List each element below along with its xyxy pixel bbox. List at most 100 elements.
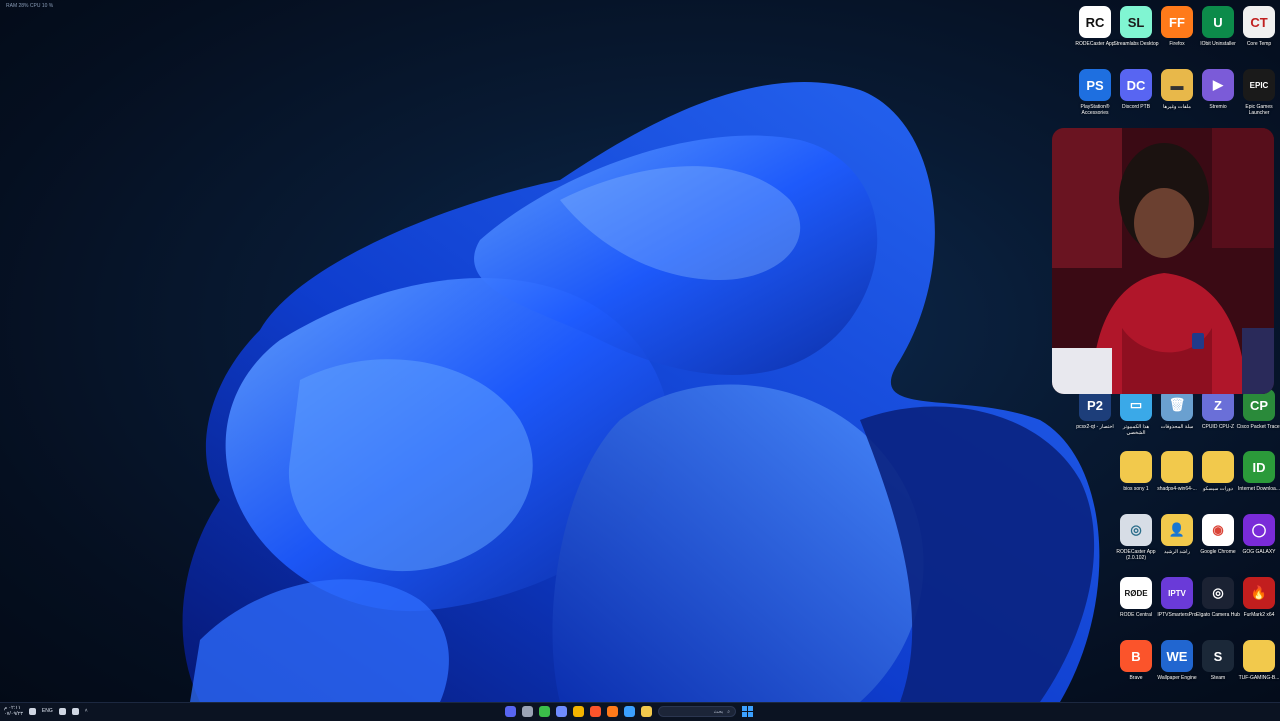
app-icon: ▬ xyxy=(1161,69,1193,101)
desktop-icon[interactable]: Z CPUID CPU-Z xyxy=(1198,389,1238,430)
desktop-icon-label: IObit Uninstaller xyxy=(1200,41,1236,47)
person-silhouette xyxy=(1052,128,1274,394)
desktop-icon[interactable]: ◯ GOG GALAXY xyxy=(1239,514,1279,555)
desktop-icon[interactable]: 🔥 FurMark2 x64 xyxy=(1239,577,1279,618)
desktop-icon[interactable]: 🗑 سلة المحذوفات xyxy=(1157,389,1197,430)
desktop-icon-label: ملفات وغيرها xyxy=(1163,104,1191,110)
clock-date: ٠٧/٠٩/٢٣ xyxy=(4,711,23,717)
desktop-icon[interactable]: B Brave xyxy=(1116,640,1156,681)
app-icon: ◯ xyxy=(1243,514,1275,546)
desktop-icon[interactable]: CT Core Temp xyxy=(1239,6,1279,47)
app-icon: EPIC xyxy=(1243,69,1275,101)
desktop-icon[interactable]: RC RODECaster App xyxy=(1075,6,1115,47)
desktop-icon[interactable]: SL Streamlabs Desktop xyxy=(1113,6,1159,47)
desktop-icon[interactable]: U IObit Uninstaller xyxy=(1198,6,1238,47)
desktop-icon[interactable]: CP Cisco Packet Tracer xyxy=(1237,389,1280,430)
desktop-icon[interactable]: ID Internet Downloa... xyxy=(1238,451,1280,492)
mic-icon[interactable] xyxy=(58,707,66,715)
desktop-icon-label: Stremio xyxy=(1209,104,1227,110)
desktop-icon[interactable]: IPTV IPTVSmartersPro xyxy=(1157,577,1197,618)
app-icon xyxy=(1161,451,1193,483)
app-icon: FF xyxy=(1161,6,1193,38)
desktop-icon-label: Wallpaper Engine xyxy=(1157,675,1197,681)
search-box[interactable]: بحث ⌕ xyxy=(658,706,736,717)
xbox-taskbar-icon[interactable] xyxy=(539,706,550,717)
chevron-up-icon[interactable]: ˄ xyxy=(85,708,88,714)
app-icon: U xyxy=(1202,6,1234,38)
app-icon: PS xyxy=(1079,69,1111,101)
desktop-icon[interactable]: EPIC Epic Games Launcher xyxy=(1239,69,1279,116)
desktop-icon-label: bios sony 1 xyxy=(1123,486,1149,492)
desktop-icon[interactable]: RØDE RODE Central xyxy=(1116,577,1156,618)
desktop-icon-label: Core Temp xyxy=(1246,41,1272,47)
desktop-icon[interactable]: WE Wallpaper Engine xyxy=(1157,640,1197,681)
desktop-icon-label: pcsx2-qt - اختصار xyxy=(1076,424,1114,430)
desktop-icon[interactable]: DC Discord PTB xyxy=(1116,69,1156,110)
app-icon: 👤 xyxy=(1161,514,1193,546)
chrome-taskbar-icon[interactable] xyxy=(573,706,584,717)
desktop-icon[interactable]: ◎ RODECaster App (2.0.102) xyxy=(1116,514,1156,561)
app-icon: ◎ xyxy=(1202,577,1234,609)
desktop-icon-label: هذا الكمبيوتر الشخصي xyxy=(1122,424,1150,436)
notification-icon[interactable] xyxy=(28,707,36,715)
desktop-icon[interactable]: ▭ هذا الكمبيوتر الشخصي xyxy=(1116,389,1156,436)
desktop-icon[interactable]: ▬ ملفات وغيرها xyxy=(1157,69,1197,110)
desktop-icon[interactable]: 👤 راشد الرشيد xyxy=(1157,514,1197,555)
search-icon: ⌕ xyxy=(727,708,730,715)
desktop-icon[interactable]: دورات سيسكو xyxy=(1198,451,1238,492)
desktop-icon-label: TUF-GAMING-B... xyxy=(1238,675,1280,681)
taskbar-apps: بحث ⌕ xyxy=(505,706,753,717)
app-icon: B xyxy=(1120,640,1152,672)
app-icon: CT xyxy=(1243,6,1275,38)
app-icon: RØDE xyxy=(1120,577,1152,609)
taskbar: ٠٢:١١ م ٠٧/٠٩/٢٣ ENG ˄ بحث ⌕ xyxy=(0,702,1280,721)
desktop-icon[interactable]: shadps4-win64-... xyxy=(1157,451,1197,492)
app-icon: IPTV xyxy=(1161,577,1193,609)
explorer-taskbar-icon[interactable] xyxy=(641,706,652,717)
desktop-icon-label: shadps4-win64-... xyxy=(1157,486,1197,492)
desktop-icon[interactable]: PS PlayStation® Accessories xyxy=(1075,69,1115,116)
language-indicator[interactable]: ENG xyxy=(42,708,53,714)
desktop-icon-label: CPUID CPU-Z xyxy=(1201,424,1235,430)
desktop-icon-label: RODE Central xyxy=(1120,612,1152,618)
system-tray: ٠٢:١١ م ٠٧/٠٩/٢٣ ENG ˄ xyxy=(4,705,88,717)
start-button[interactable] xyxy=(742,706,753,717)
desktop-icon[interactable]: S Steam xyxy=(1198,640,1238,681)
search-placeholder: بحث xyxy=(713,708,724,715)
desktop-icon[interactable]: ◎ Elgato Camera Hub xyxy=(1196,577,1240,618)
desktop-icon-label: Firefox xyxy=(1169,41,1185,47)
desktop-icon-label: Brave xyxy=(1129,675,1143,681)
desktop-icon-label: Steam xyxy=(1210,675,1226,681)
desktop-icon-label: RODECaster App xyxy=(1075,41,1115,47)
desktop-icon-label: Streamlabs Desktop xyxy=(1113,41,1159,47)
store-taskbar-icon[interactable] xyxy=(624,706,635,717)
app-icon: 🔥 xyxy=(1243,577,1275,609)
desktop-icon-label: GOG GALAXY xyxy=(1242,549,1276,555)
settings-taskbar-icon[interactable] xyxy=(522,706,533,717)
app-icon: DC xyxy=(1120,69,1152,101)
brave-taskbar-icon[interactable] xyxy=(590,706,601,717)
copilot-taskbar-icon[interactable] xyxy=(556,706,567,717)
desktop-icon-label: Epic Games Launcher xyxy=(1245,104,1273,116)
desktop-icon[interactable]: FF Firefox xyxy=(1157,6,1197,47)
desktop-icon-label: راشد الرشيد xyxy=(1163,549,1190,555)
desktop-icon[interactable]: bios sony 1 xyxy=(1116,451,1156,492)
desktop-icon-label: سلة المحذوفات xyxy=(1160,424,1194,430)
desktop-icon[interactable]: P2 pcsx2-qt - اختصار xyxy=(1075,389,1115,430)
desktop-icon-label: PlayStation® Accessories xyxy=(1080,104,1110,116)
desktop-icon-label: Elgato Camera Hub xyxy=(1196,612,1240,618)
app-icon: RC xyxy=(1079,6,1111,38)
app-icon: SL xyxy=(1120,6,1152,38)
app-icon xyxy=(1202,451,1234,483)
desktop-icon[interactable]: ▶ Stremio xyxy=(1198,69,1238,110)
desktop-icon-label: RODECaster App (2.0.102) xyxy=(1116,549,1156,561)
app-icon: S xyxy=(1202,640,1234,672)
clock[interactable]: ٠٢:١١ م ٠٧/٠٩/٢٣ xyxy=(4,705,23,717)
desktop-icon[interactable]: TUF-GAMING-B... xyxy=(1239,640,1279,681)
desktop-icon[interactable]: ◉ Google Chrome xyxy=(1198,514,1238,555)
desktop-icon-label: Discord PTB xyxy=(1121,104,1151,110)
app-icon xyxy=(1120,451,1152,483)
speaker-icon[interactable] xyxy=(71,707,79,715)
firefox-taskbar-icon[interactable] xyxy=(607,706,618,717)
discord-taskbar-icon[interactable] xyxy=(505,706,516,717)
